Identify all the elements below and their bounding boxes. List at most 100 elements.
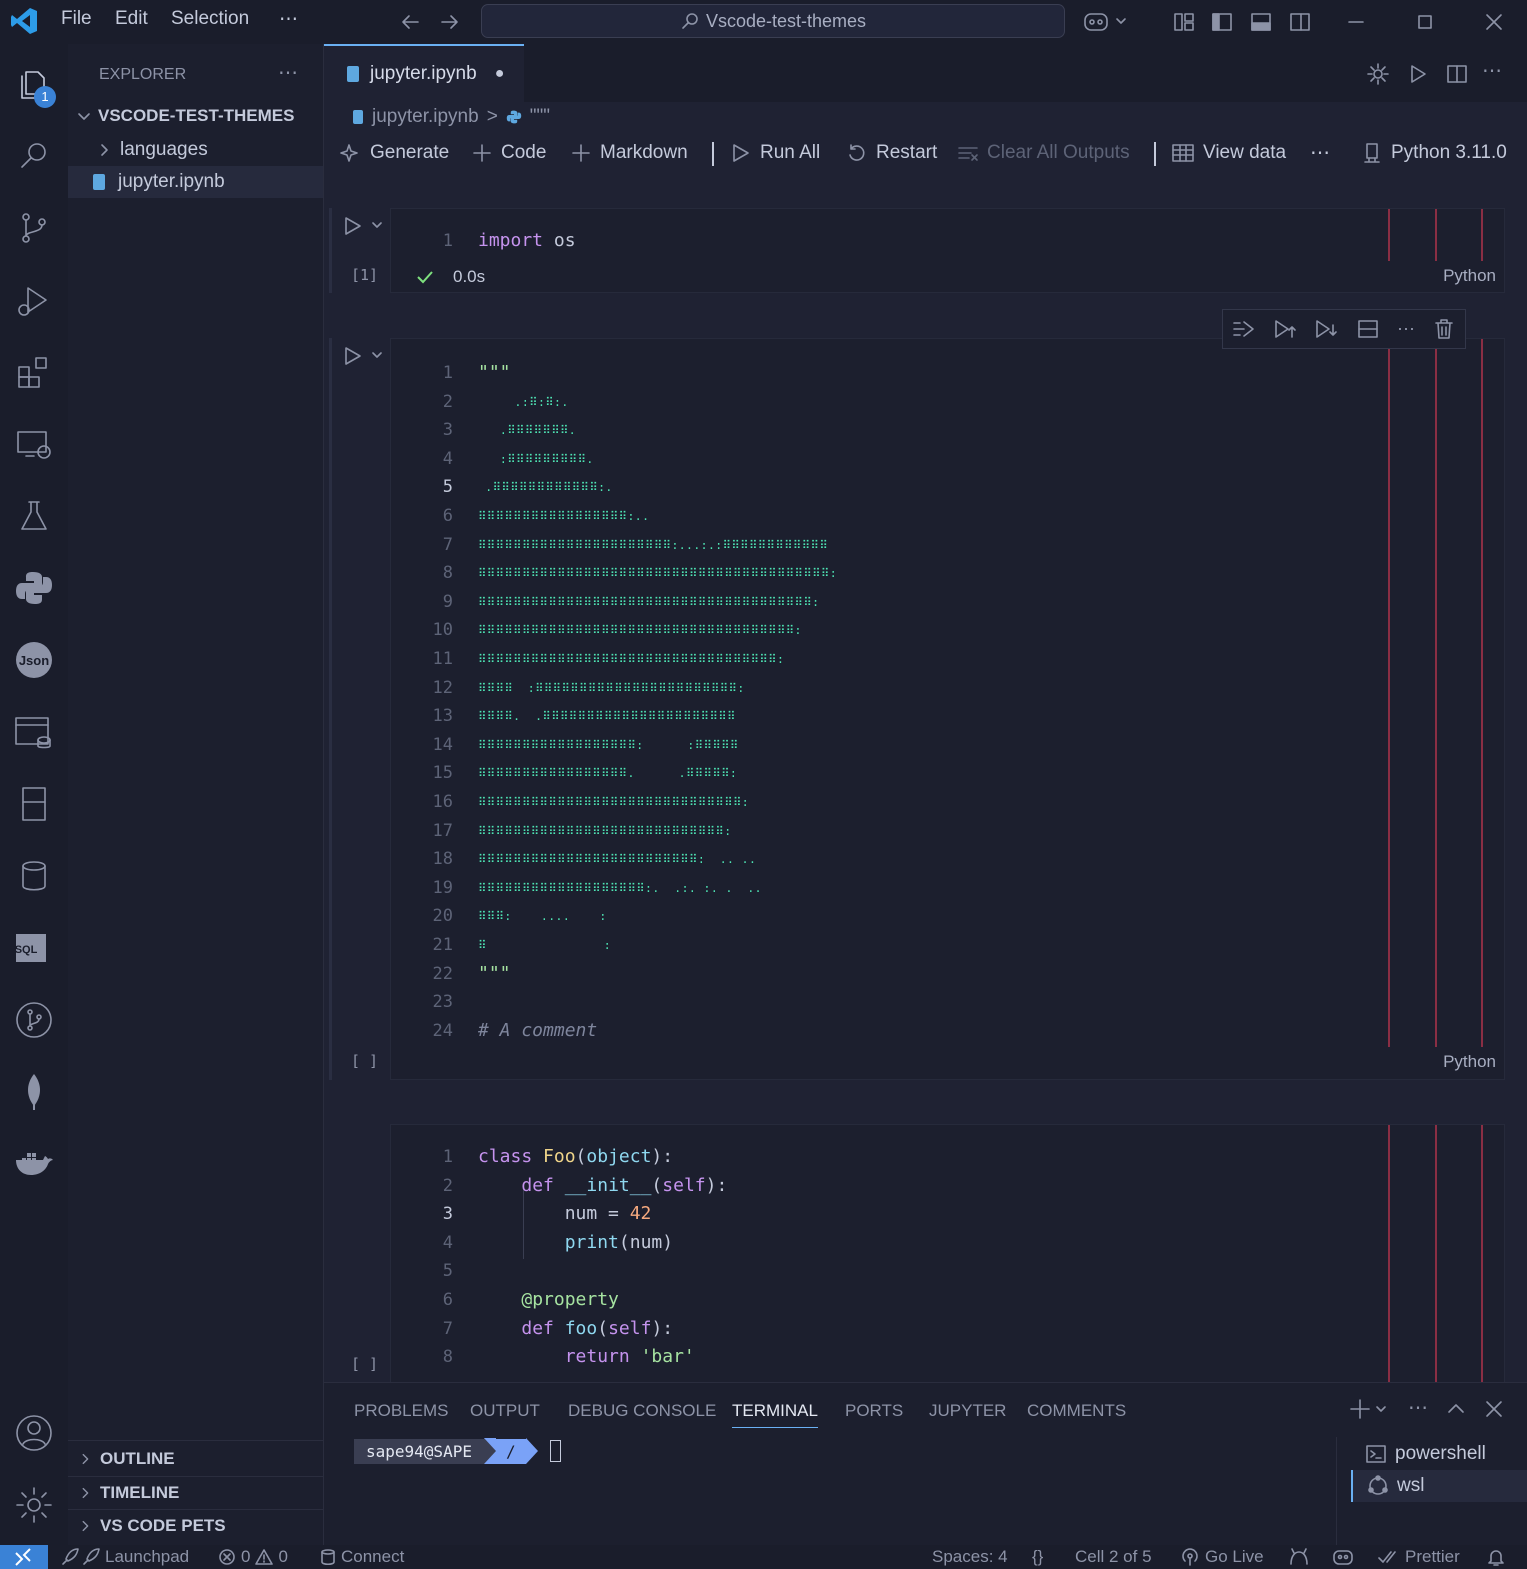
settings-gear-icon[interactable] bbox=[14, 1485, 54, 1525]
tab-jupyter[interactable]: jupyter.ipynb ● bbox=[324, 44, 524, 102]
notifications-bell-icon[interactable] bbox=[1486, 1547, 1506, 1567]
prettier-item[interactable]: Prettier bbox=[1378, 1547, 1460, 1567]
menu-selection[interactable]: Selection bbox=[171, 8, 249, 30]
tab-output[interactable]: OUTPUT bbox=[470, 1401, 540, 1421]
toggle-primary-sidebar-icon[interactable] bbox=[1210, 10, 1234, 34]
database-explorer-icon[interactable] bbox=[14, 712, 54, 752]
close-window-icon[interactable] bbox=[1482, 10, 1506, 34]
run-all-button[interactable]: Run All bbox=[730, 142, 820, 164]
git-graph-icon[interactable] bbox=[14, 1000, 54, 1040]
tab-problems[interactable]: PROBLEMS bbox=[354, 1401, 448, 1421]
mongodb-leaf-icon[interactable] bbox=[14, 1072, 54, 1112]
view-data-button[interactable]: View data bbox=[1171, 142, 1286, 164]
testing-icon[interactable] bbox=[14, 496, 54, 536]
toolbar-more-button[interactable]: ⋯ bbox=[1310, 140, 1330, 165]
account-icon[interactable] bbox=[14, 1413, 54, 1453]
docker-icon[interactable] bbox=[14, 1144, 54, 1184]
sidebar-more-button[interactable]: ⋯ bbox=[278, 60, 298, 85]
breadcrumb-symbol[interactable]: """ bbox=[530, 106, 550, 128]
notebook-settings-gear-icon[interactable] bbox=[1366, 62, 1390, 86]
python-icon[interactable] bbox=[14, 568, 54, 608]
terminal-prompt[interactable]: sape94@SAPE / bbox=[354, 1438, 561, 1464]
cell-language[interactable]: Python bbox=[1443, 266, 1496, 286]
back-arrow-icon[interactable] bbox=[398, 10, 422, 34]
delete-trash-icon[interactable] bbox=[1432, 317, 1456, 341]
ascii-art-line[interactable]: ⠿⠿⠿⠿⠿⠿⠿⠿⠿⠿⠿⠿⠿⠿⠿⠿⠿:.. bbox=[478, 505, 649, 527]
terminal-list-powershell[interactable]: powershell bbox=[1351, 1438, 1527, 1470]
tab-jupyter[interactable]: JUPYTER bbox=[929, 1401, 1006, 1421]
minimize-icon[interactable] bbox=[1344, 10, 1368, 34]
run-debug-icon[interactable] bbox=[14, 280, 54, 320]
add-markdown-button[interactable]: Markdown bbox=[570, 142, 688, 164]
close-panel-icon[interactable] bbox=[1482, 1397, 1506, 1421]
code-line[interactable]: def foo(self): bbox=[478, 1318, 673, 1339]
connect-item[interactable]: Connect bbox=[320, 1547, 404, 1567]
editor-more-button[interactable]: ⋯ bbox=[1482, 58, 1502, 83]
search-icon[interactable] bbox=[14, 136, 54, 176]
menu-file[interactable]: File bbox=[61, 8, 92, 30]
ascii-art-line[interactable]: ⠿⠿⠿⠿⠿⠿⠿⠿⠿⠿⠿⠿⠿⠿⠿⠿⠿⠿⠿⠿⠿⠿⠿⠿⠿: .. .. bbox=[478, 848, 756, 870]
ascii-art-line[interactable]: ⠿⠿⠿⠿⠿⠿⠿⠿⠿⠿⠿⠿⠿⠿⠿⠿⠿⠿⠿⠿⠿⠿⠿⠿⠿⠿⠿⠿: bbox=[478, 820, 732, 842]
ascii-art-line[interactable]: ⠿⠿⠿⠿⠿⠿⠿⠿⠿⠿⠿⠿⠿⠿⠿⠿⠿⠿: :⠿⠿⠿⠿⠿ bbox=[478, 734, 739, 756]
ascii-art-line[interactable]: .⠿⠿⠿⠿⠿⠿⠿⠿⠿⠿⠿⠿:. bbox=[478, 476, 613, 498]
menu-more[interactable]: ⋯ bbox=[279, 8, 298, 31]
restart-button[interactable]: Restart bbox=[846, 142, 937, 164]
ascii-art-line[interactable]: ⠿⠿⠿⠿⠿⠿⠿⠿⠿⠿⠿⠿⠿⠿⠿⠿⠿⠿⠿⠿⠿⠿:...:.:⠿⠿⠿⠿⠿⠿⠿⠿⠿⠿⠿… bbox=[478, 534, 828, 556]
run-above-icon[interactable] bbox=[1232, 317, 1256, 341]
copilot-icon[interactable] bbox=[1082, 9, 1128, 35]
run-play-icon[interactable] bbox=[1406, 62, 1430, 86]
tree-item-jupyter[interactable]: jupyter.ipynb bbox=[68, 166, 323, 198]
ascii-art-line[interactable]: ⠿⠿⠿⠿⠿⠿⠿⠿⠿⠿⠿⠿⠿⠿⠿⠿⠿⠿⠿⠿⠿⠿⠿⠿⠿⠿⠿⠿⠿⠿⠿⠿⠿⠿⠿⠿: bbox=[478, 619, 802, 641]
pets-icon[interactable] bbox=[1288, 1547, 1310, 1567]
customize-layout-icon[interactable] bbox=[1172, 10, 1196, 34]
code-cell-3[interactable]: 1 class Foo(object): 2 def __init__(self):… bbox=[390, 1124, 1505, 1383]
cell-more-icon[interactable]: ⋯ bbox=[1397, 319, 1415, 340]
clear-outputs-button[interactable]: Clear All Outputs bbox=[957, 142, 1130, 164]
cylinder-db-icon[interactable] bbox=[14, 856, 54, 896]
toggle-secondary-sidebar-icon[interactable] bbox=[1288, 10, 1312, 34]
indentation-item[interactable]: Spaces: 4 bbox=[932, 1547, 1008, 1567]
run-cell-button[interactable] bbox=[340, 344, 388, 368]
code-line[interactable]: """ bbox=[478, 963, 511, 984]
run-cell-button[interactable] bbox=[340, 214, 388, 238]
generate-button[interactable]: Generate bbox=[340, 142, 449, 164]
forward-arrow-icon[interactable] bbox=[438, 10, 462, 34]
tab-debug-console[interactable]: DEBUG CONSOLE bbox=[568, 1401, 716, 1421]
code-line[interactable]: num = 42 bbox=[478, 1203, 652, 1224]
split-editor-icon[interactable] bbox=[1445, 62, 1469, 86]
extensions-icon[interactable] bbox=[14, 352, 54, 392]
ascii-art-line[interactable]: ⠿⠿⠿⠿⠿⠿⠿⠿⠿⠿⠿⠿⠿⠿⠿⠿⠿⠿⠿⠿⠿⠿⠿⠿⠿⠿⠿⠿⠿⠿⠿⠿⠿⠿⠿⠿⠿⠿⠿⠿… bbox=[478, 562, 837, 584]
remote-explorer-icon[interactable] bbox=[14, 424, 54, 464]
files-icon[interactable]: 1 bbox=[14, 64, 56, 108]
maximize-icon[interactable] bbox=[1413, 10, 1437, 34]
execute-above-icon[interactable] bbox=[1273, 317, 1297, 341]
code-cell-2[interactable]: 1 """ 2 .:⠿:⠿:. 3 .⠿⠿⠿⠿⠿⠿⠿. 4 :⠿⠿⠿⠿⠿⠿⠿⠿⠿. 5 .… bbox=[390, 338, 1505, 1080]
new-terminal-icon[interactable] bbox=[1348, 1397, 1388, 1421]
ascii-art-line[interactable]: ⠿⠿⠿⠿ :⠿⠿⠿⠿⠿⠿⠿⠿⠿⠿⠿⠿⠿⠿⠿⠿⠿⠿⠿⠿⠿⠿⠿: bbox=[478, 677, 745, 699]
ascii-art-line[interactable]: ⠿⠿⠿⠿⠿⠿⠿⠿⠿⠿⠿⠿⠿⠿⠿⠿⠿⠿⠿⠿⠿⠿⠿⠿⠿⠿⠿⠿⠿⠿⠿⠿⠿⠿⠿⠿⠿⠿: bbox=[478, 591, 819, 613]
execute-below-icon[interactable] bbox=[1314, 317, 1338, 341]
ascii-art-line[interactable]: .⠿⠿⠿⠿⠿⠿⠿. bbox=[478, 419, 576, 441]
sql-icon[interactable]: SQL bbox=[14, 928, 54, 968]
go-live-item[interactable]: Go Live bbox=[1180, 1547, 1264, 1567]
code-line[interactable]: return 'bar' bbox=[478, 1346, 695, 1367]
ascii-art-line[interactable]: ⠿⠿⠿⠿⠿⠿⠿⠿⠿⠿⠿⠿⠿⠿⠿⠿⠿⠿⠿⠿⠿⠿⠿⠿⠿⠿⠿⠿⠿⠿: bbox=[478, 791, 749, 813]
tab-terminal[interactable]: TERMINAL bbox=[732, 1401, 818, 1428]
kernel-picker-button[interactable]: Python 3.11.0 bbox=[1361, 142, 1507, 164]
copilot-status-icon[interactable] bbox=[1332, 1547, 1354, 1567]
ascii-art-line[interactable]: ⠿ : bbox=[478, 934, 611, 956]
code-line[interactable]: def __init__(self): bbox=[478, 1175, 727, 1196]
code-line[interactable]: class Foo(object): bbox=[478, 1146, 673, 1167]
tree-item-languages[interactable]: languages bbox=[68, 134, 323, 166]
menu-edit[interactable]: Edit bbox=[115, 8, 148, 30]
ascii-art-line[interactable]: :⠿⠿⠿⠿⠿⠿⠿⠿⠿. bbox=[478, 448, 594, 470]
panel-more-button[interactable]: ⋯ bbox=[1408, 1395, 1428, 1420]
source-control-icon[interactable] bbox=[14, 208, 54, 248]
ascii-art-line[interactable]: ⠿⠿⠿⠿. .⠿⠿⠿⠿⠿⠿⠿⠿⠿⠿⠿⠿⠿⠿⠿⠿⠿⠿⠿⠿⠿⠿ bbox=[478, 705, 736, 727]
ascii-art-line[interactable]: ⠿⠿⠿⠿⠿⠿⠿⠿⠿⠿⠿⠿⠿⠿⠿⠿⠿⠿⠿:. .:. :. . .. bbox=[478, 877, 762, 899]
toggle-panel-icon[interactable] bbox=[1249, 10, 1273, 34]
section-outline[interactable]: OUTLINE bbox=[68, 1443, 323, 1475]
terminal-list-wsl[interactable]: wsl bbox=[1351, 1470, 1527, 1502]
code-line[interactable]: # A comment bbox=[478, 1020, 597, 1041]
remote-indicator-icon[interactable] bbox=[0, 1545, 48, 1569]
